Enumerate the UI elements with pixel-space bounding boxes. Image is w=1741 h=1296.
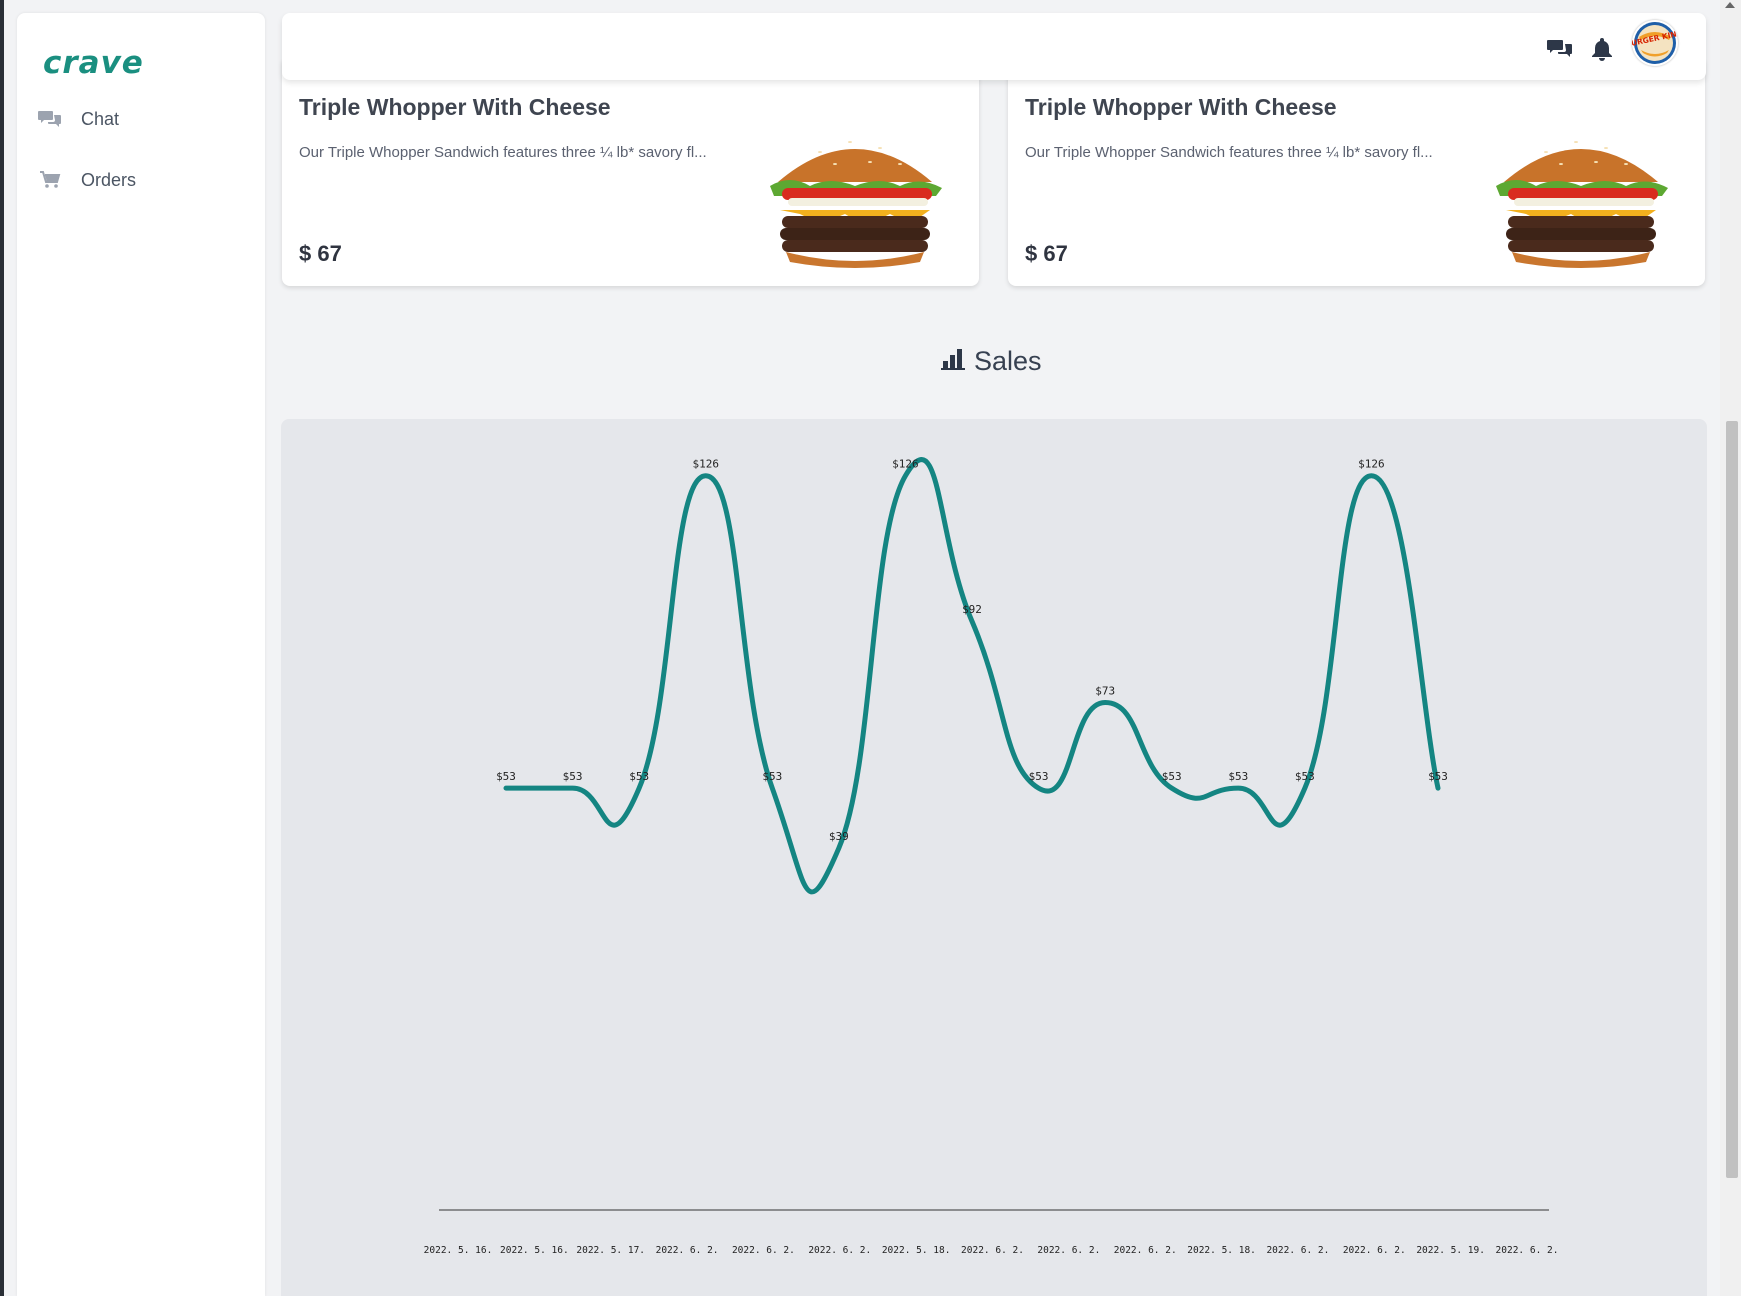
x-tick-label: 2022. 5. 16. <box>424 1245 493 1256</box>
data-label: $73 <box>1095 685 1115 698</box>
data-label: $126 <box>892 458 919 471</box>
sidebar: crave Chat Orders <box>17 13 265 1296</box>
svg-text:crave: crave <box>43 45 144 81</box>
scrollbar-thumb[interactable] <box>1726 421 1738 1178</box>
burger-image <box>1486 124 1676 272</box>
data-label: $53 <box>629 770 649 783</box>
product-title: Triple Whopper With Cheese <box>1025 94 1337 120</box>
x-tick-label: 2022. 6. 2. <box>1496 1245 1559 1256</box>
data-label: $53 <box>1295 770 1315 783</box>
sales-chart-panel: $53 $53 $53 $126 $53 $39 $126 $92 $53 $73 $53 $53 $5… <box>281 419 1707 1296</box>
product-price: $ 67 <box>1025 241 1068 266</box>
x-tick-label: 2022. 5. 18. <box>882 1245 951 1256</box>
x-tick-label: 2022. 6. 2. <box>1266 1245 1329 1256</box>
data-label: $126 <box>692 458 719 471</box>
chat-bubbles-icon <box>37 108 63 130</box>
x-tick-label: 2022. 6. 2. <box>732 1245 795 1256</box>
sales-title: Sales <box>974 346 1042 376</box>
data-label: $53 <box>563 770 583 783</box>
x-tick-label: 2022. 6. 2. <box>1343 1245 1406 1256</box>
sales-series-line <box>503 457 1441 895</box>
burger-image <box>760 124 950 272</box>
x-tick-label: 2022. 6. 2. <box>1114 1245 1177 1256</box>
product-card[interactable]: Triple Whopper With Cheese Our Triple Wh… <box>1008 60 1705 286</box>
bell-icon[interactable] <box>1588 35 1616 63</box>
data-label: $53 <box>1162 770 1182 783</box>
bar-chart-icon <box>940 348 966 375</box>
x-tick-label: 2022. 5. 16. <box>500 1245 569 1256</box>
top-bar: BURGER KING <box>282 13 1706 80</box>
sidebar-item-chat[interactable]: Chat <box>37 108 119 130</box>
data-label: $53 <box>496 770 516 783</box>
data-label: $53 <box>1228 770 1248 783</box>
scroll-up-arrow-icon[interactable] <box>1725 2 1735 8</box>
sales-line-chart: $53 $53 $53 $126 $53 $39 $126 $92 $53 $73 $53 $53 $5… <box>424 457 1559 1256</box>
sidebar-item-label: Orders <box>81 169 137 190</box>
data-label: $92 <box>962 603 982 616</box>
data-label: $39 <box>829 830 849 843</box>
product-description: Our Triple Whopper Sandwich features thr… <box>299 144 707 161</box>
product-card[interactable]: Triple Whopper With Cheese Our Triple Wh… <box>282 60 979 286</box>
product-price: $ 67 <box>299 241 342 266</box>
crave-logo[interactable]: crave <box>43 43 163 81</box>
sales-heading: Sales <box>940 346 1042 377</box>
x-tick-label: 2022. 5. 18. <box>1187 1245 1256 1256</box>
sidebar-item-orders[interactable]: Orders <box>37 169 136 191</box>
data-label: $53 <box>1428 770 1448 783</box>
avatar[interactable]: BURGER KING <box>1632 20 1678 66</box>
data-label: $126 <box>1358 458 1385 471</box>
x-tick-label: 2022. 6. 2. <box>656 1245 719 1256</box>
sidebar-item-label: Chat <box>81 108 120 129</box>
x-tick-label: 2022. 6. 2. <box>808 1245 871 1256</box>
data-label: $53 <box>762 770 782 783</box>
chat-bubbles-icon[interactable] <box>1546 35 1574 63</box>
x-tick-label: 2022. 5. 17. <box>576 1245 645 1256</box>
window-edge <box>0 0 4 1296</box>
product-title: Triple Whopper With Cheese <box>299 94 611 120</box>
product-description: Our Triple Whopper Sandwich features thr… <box>1025 144 1433 161</box>
cart-icon <box>37 169 63 191</box>
data-label: $53 <box>1029 770 1049 783</box>
x-tick-label: 2022. 5. 19. <box>1416 1245 1485 1256</box>
x-tick-label: 2022. 6. 2. <box>1037 1245 1100 1256</box>
x-tick-label: 2022. 6. 2. <box>961 1245 1024 1256</box>
